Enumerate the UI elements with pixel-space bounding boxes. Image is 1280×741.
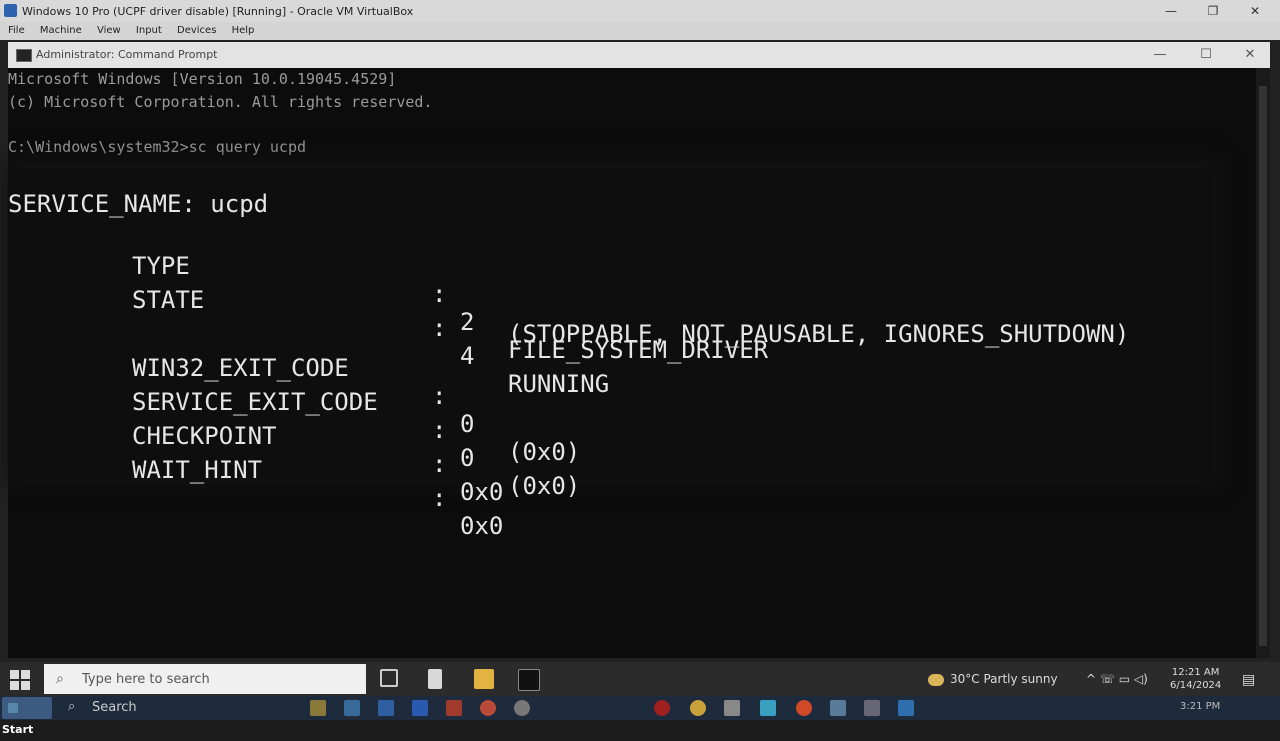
cmd-window-title: Administrator: Command Prompt — [36, 48, 218, 61]
menu-help[interactable]: Help — [232, 25, 255, 36]
menu-view[interactable]: View — [97, 25, 121, 36]
console-scrollbar[interactable] — [1256, 68, 1270, 658]
menu-devices[interactable]: Devices — [177, 25, 216, 36]
vbox-title-bar: Windows 10 Pro (UCPF driver disable) [Ru… — [0, 0, 1280, 22]
host-app-icon[interactable] — [654, 700, 670, 716]
host-search[interactable]: ⌕ Search — [60, 697, 300, 719]
partly-sunny-icon — [928, 673, 944, 686]
virtualbox-icon — [4, 4, 17, 17]
menu-file[interactable]: File — [8, 25, 25, 36]
vbox-menu-bar: File Machine View Input Devices Help — [0, 22, 1280, 40]
service-key: WAIT_HINT — [132, 456, 263, 484]
host-app-icon[interactable] — [898, 700, 914, 716]
task-view-icon[interactable] — [380, 669, 398, 687]
cmd-minimize-button[interactable]: — — [1138, 42, 1182, 68]
guest-taskbar: ⌕ Type here to search 30°C Partly sunny … — [0, 662, 1280, 696]
cmd-close-button[interactable]: ✕ — [1228, 42, 1272, 68]
file-explorer-icon[interactable] — [474, 669, 494, 689]
outlook-icon[interactable] — [378, 700, 394, 716]
scrollbar-thumb[interactable] — [1259, 86, 1267, 646]
windows-logo-icon — [8, 703, 18, 713]
service-row: WAIT_HINT : 0x0 — [8, 428, 1208, 568]
vbox-window-title: Windows 10 Pro (UCPF driver disable) [Ru… — [22, 5, 414, 18]
notification-icon[interactable]: ▤ — [1242, 672, 1255, 688]
console-line: (c) Microsoft Corporation. All rights re… — [8, 93, 433, 111]
host-app-icon[interactable] — [864, 700, 880, 716]
host-app-icon[interactable] — [724, 700, 740, 716]
host-start-button[interactable]: Start — [2, 697, 52, 736]
guest-date: 6/14/2024 — [1170, 680, 1222, 691]
guest-time: 12:21 AM — [1171, 667, 1220, 678]
host-search-label: Search — [92, 700, 137, 715]
windows-start-button[interactable] — [10, 670, 30, 690]
virtualbox-taskbar-icon[interactable] — [830, 700, 846, 716]
guest-clock[interactable]: 12:21 AM 6/14/2024 — [1170, 666, 1221, 692]
vbox-close-button[interactable]: ✕ — [1232, 0, 1278, 22]
word-icon[interactable] — [412, 700, 428, 716]
service-value: 0x0 — [460, 512, 504, 540]
weather-widget[interactable]: 30°C Partly sunny — [928, 672, 1058, 686]
taskbar-search-box[interactable]: ⌕ Type here to search — [44, 664, 366, 694]
menu-machine[interactable]: Machine — [40, 25, 82, 36]
host-app-icon[interactable] — [760, 700, 776, 716]
search-icon: ⌕ — [56, 671, 64, 687]
host-start-label: Start — [2, 723, 34, 736]
service-name-header: SERVICE_NAME: ucpd — [8, 190, 269, 218]
vbox-maximize-button[interactable]: ❐ — [1190, 0, 1236, 22]
command-prompt-taskbar-icon[interactable] — [518, 669, 540, 691]
search-placeholder: Type here to search — [82, 672, 210, 687]
console-line: Microsoft Windows [Version 10.0.19045.45… — [8, 70, 397, 88]
cmd-maximize-button[interactable]: ☐ — [1184, 42, 1228, 68]
vbox-minimize-button[interactable]: — — [1148, 0, 1194, 22]
console-prompt-line: C:\Windows\system32>sc query ucpd — [8, 138, 307, 156]
cmd-icon — [16, 49, 32, 62]
service-query-output: SERVICE_NAME: ucpd TYPE : 2 FILE_SYSTEM_… — [8, 168, 1213, 540]
host-app-icon[interactable] — [310, 700, 326, 716]
cmd-title-bar[interactable]: Administrator: Command Prompt — ☐ ✕ — [8, 42, 1270, 68]
host-app-icon[interactable] — [796, 700, 812, 716]
service-colon: : — [432, 484, 447, 512]
search-icon: ⌕ — [68, 699, 76, 714]
chrome-icon[interactable] — [690, 700, 706, 716]
console-output[interactable]: Microsoft Windows [Version 10.0.19045.45… — [8, 68, 1270, 658]
powerpoint-icon[interactable] — [446, 700, 462, 716]
weather-text: 30°C Partly sunny — [950, 672, 1058, 686]
host-taskbar: Start ⌕ Search 3:21 PM — [0, 696, 1280, 736]
file-icon[interactable] — [428, 669, 442, 689]
host-app-icon[interactable] — [514, 700, 530, 716]
host-app-icon[interactable] — [344, 700, 360, 716]
menu-input[interactable]: Input — [136, 25, 162, 36]
host-app-icon[interactable] — [480, 700, 496, 716]
host-clock[interactable]: 3:21 PM — [1180, 701, 1220, 712]
system-tray[interactable]: ^ ☏ ▭ ◁) — [1086, 672, 1148, 686]
